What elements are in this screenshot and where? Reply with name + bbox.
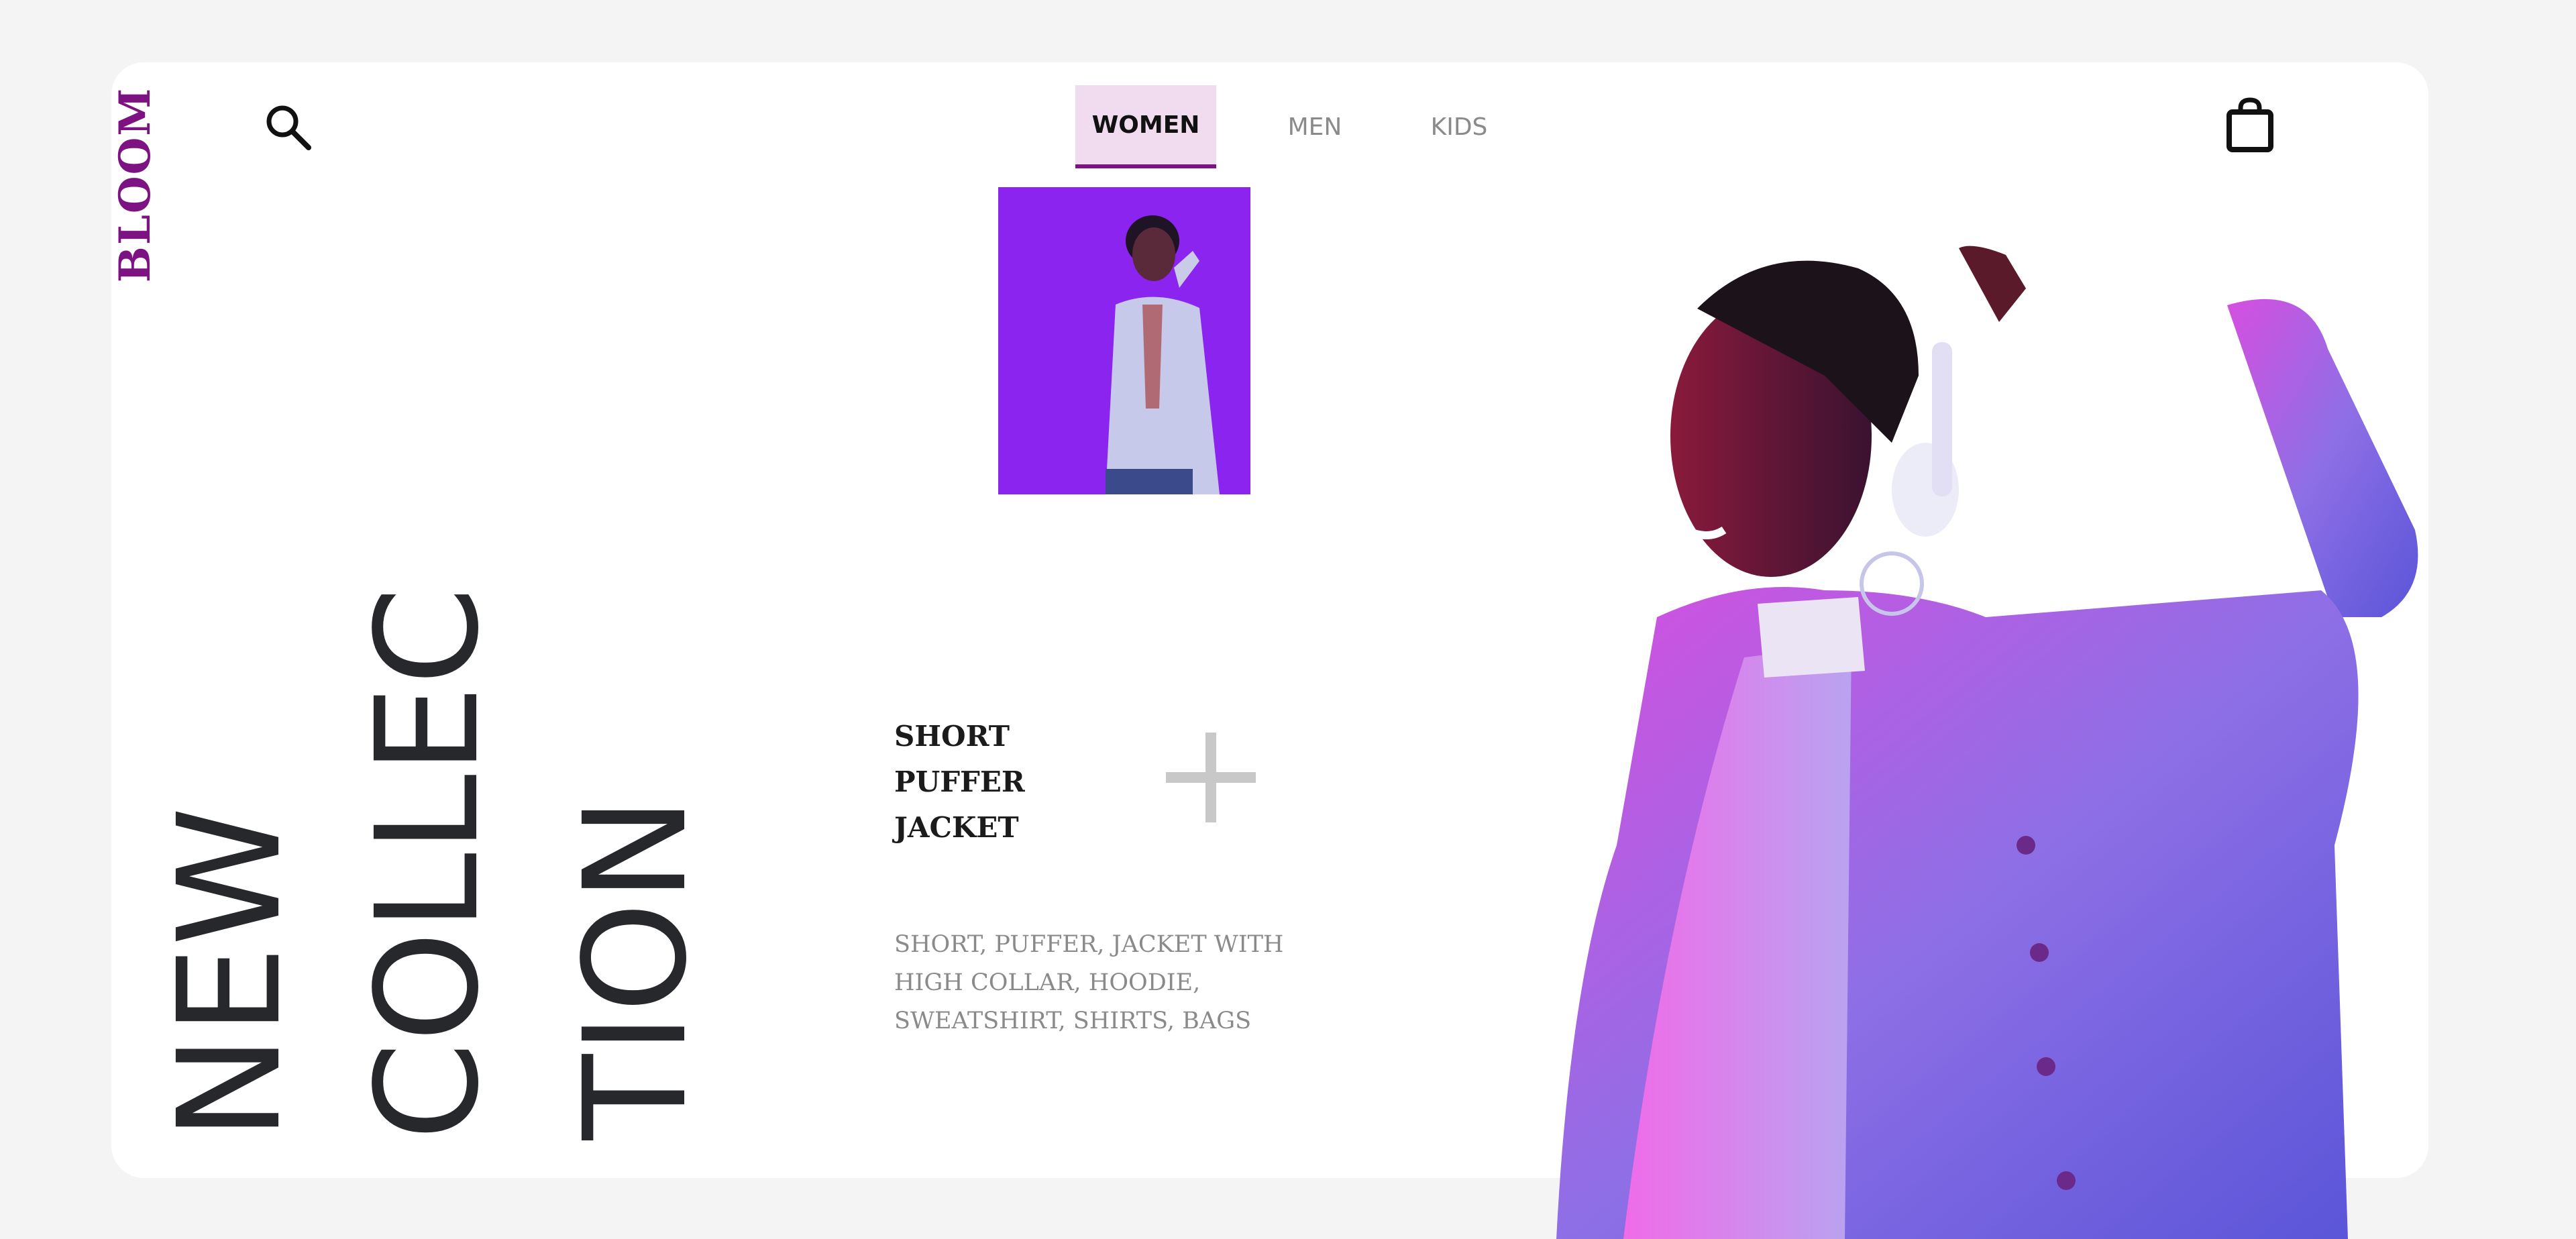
hero-model-image xyxy=(1556,246,2418,1239)
headline-line-1: NEW xyxy=(148,807,312,1140)
product-title-line-1: SHORT xyxy=(894,720,1010,753)
new-collection-headline: NEW COLLEC TION xyxy=(148,587,718,1140)
model-thumbnail-image xyxy=(998,187,1250,494)
product-title-line-3: JACKET xyxy=(894,811,1019,844)
main-nav: WOMEN MEN KIDS xyxy=(0,85,2576,168)
product-title-line-2: PUFFER xyxy=(894,765,1025,798)
nav-tab-women[interactable]: WOMEN xyxy=(1075,85,1216,168)
product-description-line-3: SWEATSHIRT, SHIRTS, BAGS xyxy=(894,1008,1252,1034)
headline-line-3: TION xyxy=(553,796,718,1140)
shopping-bag-icon[interactable] xyxy=(2226,97,2274,152)
nav-tab-kids[interactable]: KIDS xyxy=(1415,85,1503,168)
product-description-line-2: HIGH COLLAR, HOODIE, xyxy=(894,969,1201,996)
headline-line-2: COLLEC xyxy=(345,587,510,1140)
product-title[interactable]: SHORT PUFFER JACKET xyxy=(894,714,1109,851)
product-description: SHORT, PUFFER, JACKET WITH HIGH COLLAR, … xyxy=(894,926,1297,1040)
nav-tab-men[interactable]: MEN xyxy=(1268,85,1362,168)
product-description-line-1: SHORT, PUFFER, JACKET WITH xyxy=(894,931,1284,958)
plus-icon[interactable] xyxy=(1166,733,1256,822)
product-thumbnail[interactable] xyxy=(998,187,1250,494)
